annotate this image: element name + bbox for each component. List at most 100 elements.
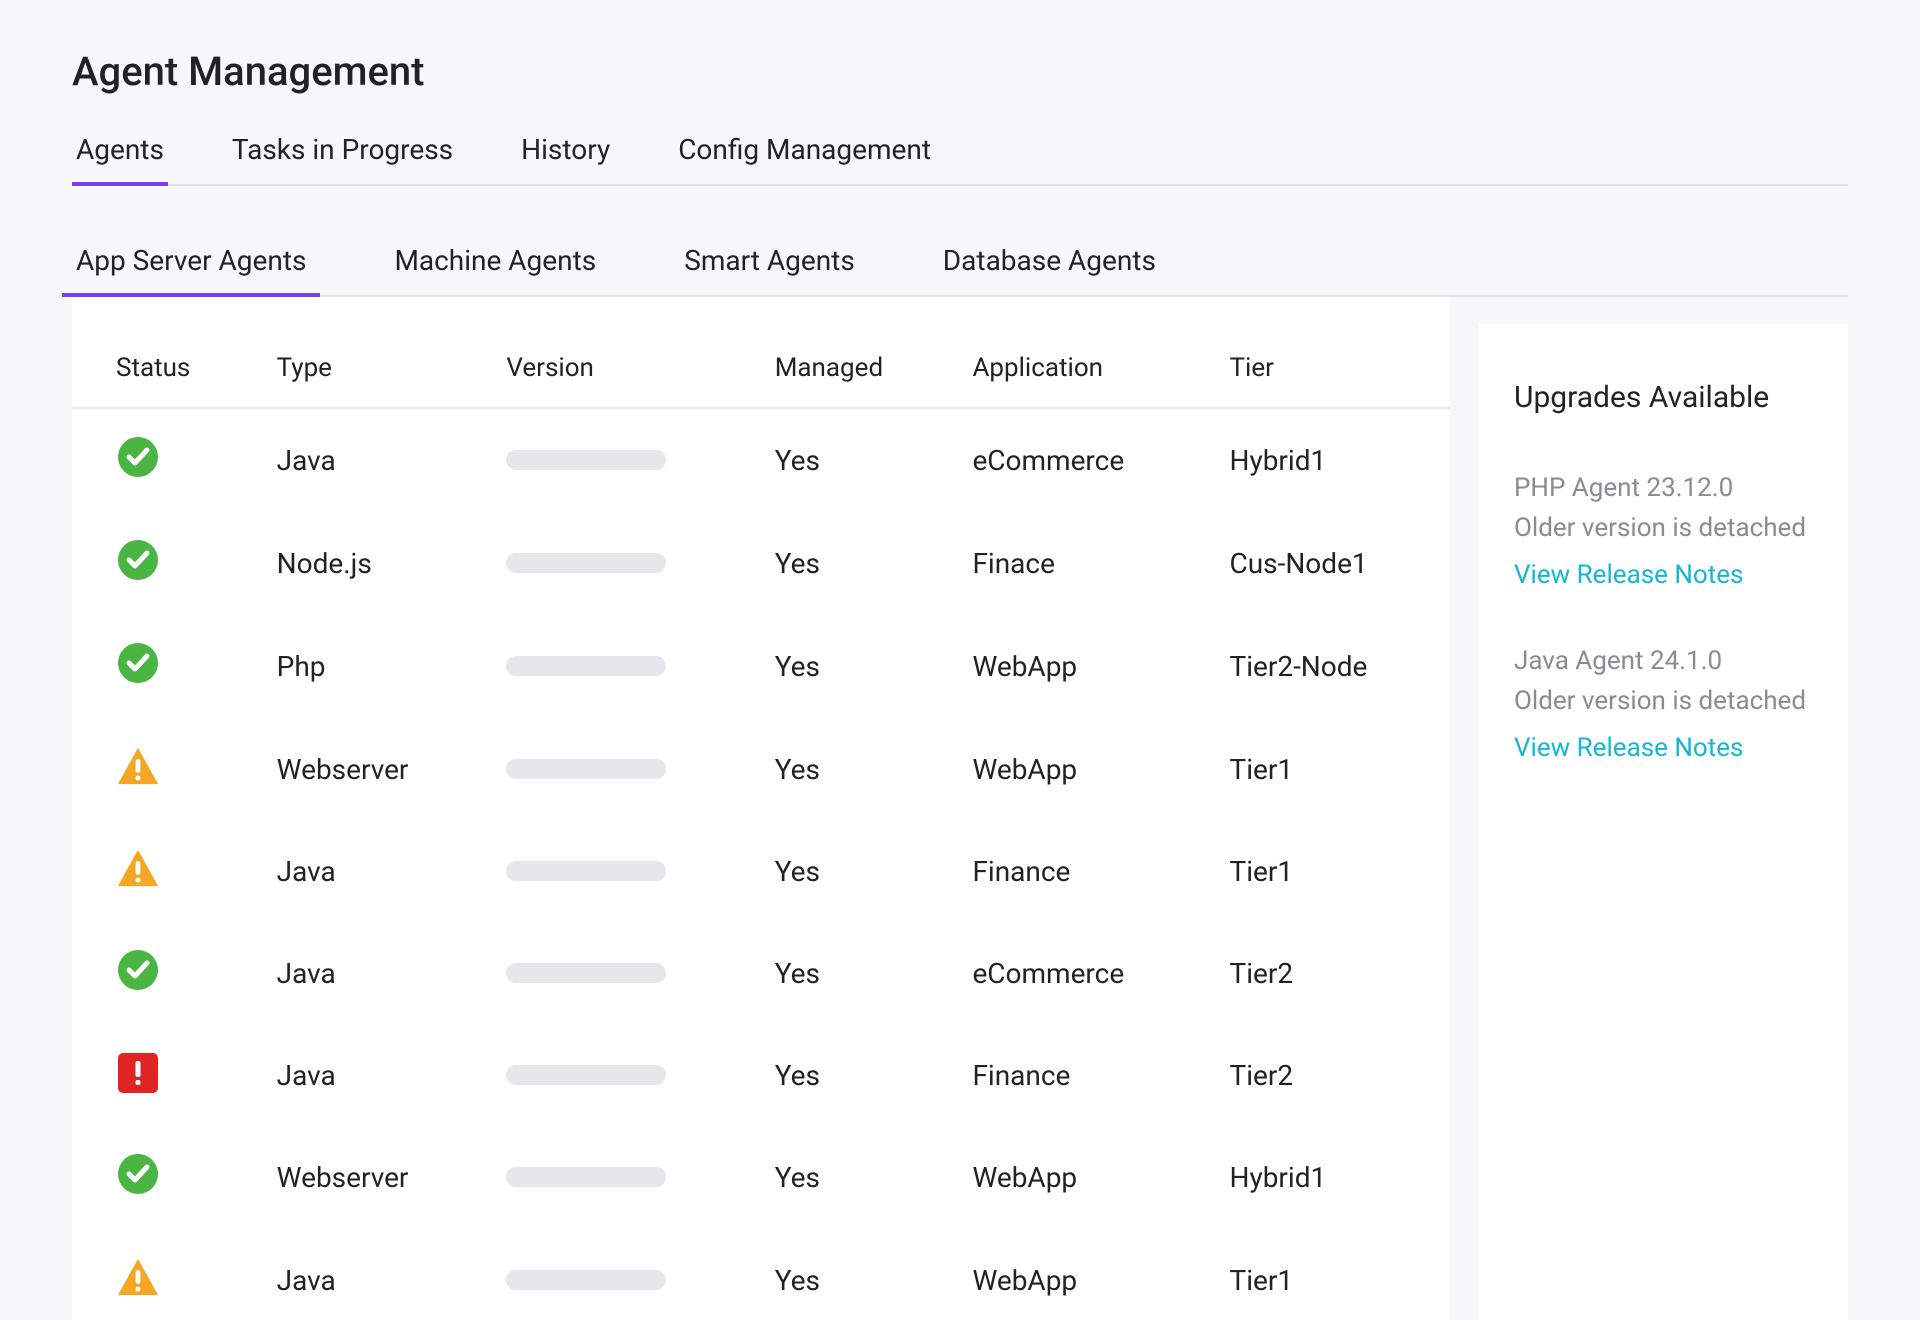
cell-type: Node.js bbox=[259, 512, 489, 615]
primary-tabs: Agents Tasks in Progress History Config Man… bbox=[72, 123, 1848, 186]
agents-table-card: StatusTypeVersionManagedApplicationTier … bbox=[72, 297, 1450, 1320]
cell-version bbox=[488, 718, 756, 820]
cell-status bbox=[72, 1126, 259, 1229]
status-ok-icon bbox=[116, 1152, 160, 1196]
cell-application: WebApp bbox=[954, 1229, 1211, 1320]
col-managed[interactable]: Managed bbox=[757, 297, 955, 408]
cell-type: Php bbox=[259, 615, 489, 718]
upgrade-name: Java Agent 24.1.0 bbox=[1514, 646, 1812, 676]
cell-status bbox=[72, 408, 259, 512]
primary-tab-tasks-in-progress[interactable]: Tasks in Progress bbox=[228, 123, 457, 184]
table-row[interactable]: JavaYeseCommerceHybrid1 bbox=[72, 408, 1450, 512]
status-warning-icon bbox=[116, 1255, 160, 1299]
cell-version bbox=[488, 820, 756, 922]
cell-status bbox=[72, 512, 259, 615]
cell-type: Webserver bbox=[259, 718, 489, 820]
cell-managed: Yes bbox=[757, 615, 955, 718]
col-version[interactable]: Version bbox=[488, 297, 756, 408]
primary-tab-config-management[interactable]: Config Management bbox=[674, 123, 935, 184]
cell-version bbox=[488, 615, 756, 718]
table-row[interactable]: WebserverYesWebAppHybrid1 bbox=[72, 1126, 1450, 1229]
version-placeholder bbox=[506, 450, 666, 470]
table-row[interactable]: WebserverYesWebAppTier1 bbox=[72, 718, 1450, 820]
upgrades-title: Upgrades Available bbox=[1514, 379, 1812, 417]
cell-tier: Tier1 bbox=[1211, 1229, 1450, 1320]
cell-version bbox=[488, 1126, 756, 1229]
upgrade-desc: Older version is detached bbox=[1514, 684, 1812, 719]
cell-type: Java bbox=[259, 1229, 489, 1320]
col-type[interactable]: Type bbox=[259, 297, 489, 408]
cell-status bbox=[72, 615, 259, 718]
upgrade-name: PHP Agent 23.12.0 bbox=[1514, 473, 1812, 503]
view-release-notes-link[interactable]: View Release Notes bbox=[1514, 560, 1812, 590]
version-placeholder bbox=[506, 963, 666, 983]
secondary-tab-machine-agents[interactable]: Machine Agents bbox=[390, 234, 600, 295]
view-release-notes-link[interactable]: View Release Notes bbox=[1514, 733, 1812, 763]
cell-status bbox=[72, 1229, 259, 1320]
agents-table: StatusTypeVersionManagedApplicationTier … bbox=[72, 297, 1450, 1320]
cell-managed: Yes bbox=[757, 820, 955, 922]
cell-managed: Yes bbox=[757, 922, 955, 1025]
cell-tier: Tier2-Node bbox=[1211, 615, 1450, 718]
table-row[interactable]: Java YesWebAppTier1 bbox=[72, 1229, 1450, 1320]
status-ok-icon bbox=[116, 948, 160, 992]
cell-status bbox=[72, 718, 259, 820]
secondary-tab-app-server-agents[interactable]: App Server Agents bbox=[72, 234, 310, 295]
cell-application: Finance bbox=[954, 1025, 1211, 1126]
cell-managed: Yes bbox=[757, 1025, 955, 1126]
cell-version bbox=[488, 512, 756, 615]
cell-tier: Tier2 bbox=[1211, 1025, 1450, 1126]
cell-application: WebApp bbox=[954, 718, 1211, 820]
col-application[interactable]: Application bbox=[954, 297, 1211, 408]
col-status[interactable]: Status bbox=[72, 297, 259, 408]
secondary-tab-database-agents[interactable]: Database Agents bbox=[939, 234, 1160, 295]
table-row[interactable]: Php YesWebAppTier2-Node bbox=[72, 615, 1450, 718]
upgrade-block: Java Agent 24.1.0 Older version is detach… bbox=[1514, 646, 1812, 763]
cell-application: WebApp bbox=[954, 1126, 1211, 1229]
col-tier[interactable]: Tier bbox=[1211, 297, 1450, 408]
upgrade-block: PHP Agent 23.12.0 Older version is detach… bbox=[1514, 473, 1812, 590]
cell-application: WebApp bbox=[954, 615, 1211, 718]
cell-version bbox=[488, 1025, 756, 1126]
cell-status bbox=[72, 1025, 259, 1126]
status-ok-icon bbox=[116, 538, 160, 582]
cell-application: Finace bbox=[954, 512, 1211, 615]
cell-version bbox=[488, 408, 756, 512]
version-placeholder bbox=[506, 759, 666, 779]
version-placeholder bbox=[506, 656, 666, 676]
cell-managed: Yes bbox=[757, 1229, 955, 1320]
status-warning-icon bbox=[116, 744, 160, 788]
cell-application: eCommerce bbox=[954, 408, 1211, 512]
table-row[interactable]: JavaYesFinanceTier1 bbox=[72, 820, 1450, 922]
cell-tier: Tier1 bbox=[1211, 718, 1450, 820]
table-row[interactable]: Java YeseCommerceTier2 bbox=[72, 922, 1450, 1025]
status-ok-icon bbox=[116, 435, 160, 479]
cell-managed: Yes bbox=[757, 512, 955, 615]
cell-version bbox=[488, 922, 756, 1025]
version-placeholder bbox=[506, 1270, 666, 1290]
cell-tier: Tier2 bbox=[1211, 922, 1450, 1025]
cell-type: Java bbox=[259, 922, 489, 1025]
cell-type: Java bbox=[259, 820, 489, 922]
cell-type: Webserver bbox=[259, 1126, 489, 1229]
cell-application: Finance bbox=[954, 820, 1211, 922]
cell-status bbox=[72, 922, 259, 1025]
upgrades-card: Upgrades Available PHP Agent 23.12.0 Olde… bbox=[1478, 323, 1848, 1320]
version-placeholder bbox=[506, 1065, 666, 1085]
secondary-tab-smart-agents[interactable]: Smart Agents bbox=[680, 234, 859, 295]
status-ok-icon bbox=[116, 641, 160, 685]
cell-version bbox=[488, 1229, 756, 1320]
cell-type: Java bbox=[259, 1025, 489, 1126]
status-warning-icon bbox=[116, 846, 160, 890]
cell-status bbox=[72, 820, 259, 922]
table-header-row: StatusTypeVersionManagedApplicationTier bbox=[72, 297, 1450, 408]
primary-tab-history[interactable]: History bbox=[517, 123, 614, 184]
page-title: Agent Management bbox=[72, 48, 1848, 95]
version-placeholder bbox=[506, 1167, 666, 1187]
secondary-tabs: App Server Agents Machine Agents Smart Age… bbox=[72, 234, 1848, 297]
upgrade-desc: Older version is detached bbox=[1514, 511, 1812, 546]
table-row[interactable]: Java YesFinanceTier2 bbox=[72, 1025, 1450, 1126]
table-row[interactable]: Node.jsYesFinaceCus-Node1 bbox=[72, 512, 1450, 615]
cell-application: eCommerce bbox=[954, 922, 1211, 1025]
primary-tab-agents[interactable]: Agents bbox=[72, 123, 168, 184]
